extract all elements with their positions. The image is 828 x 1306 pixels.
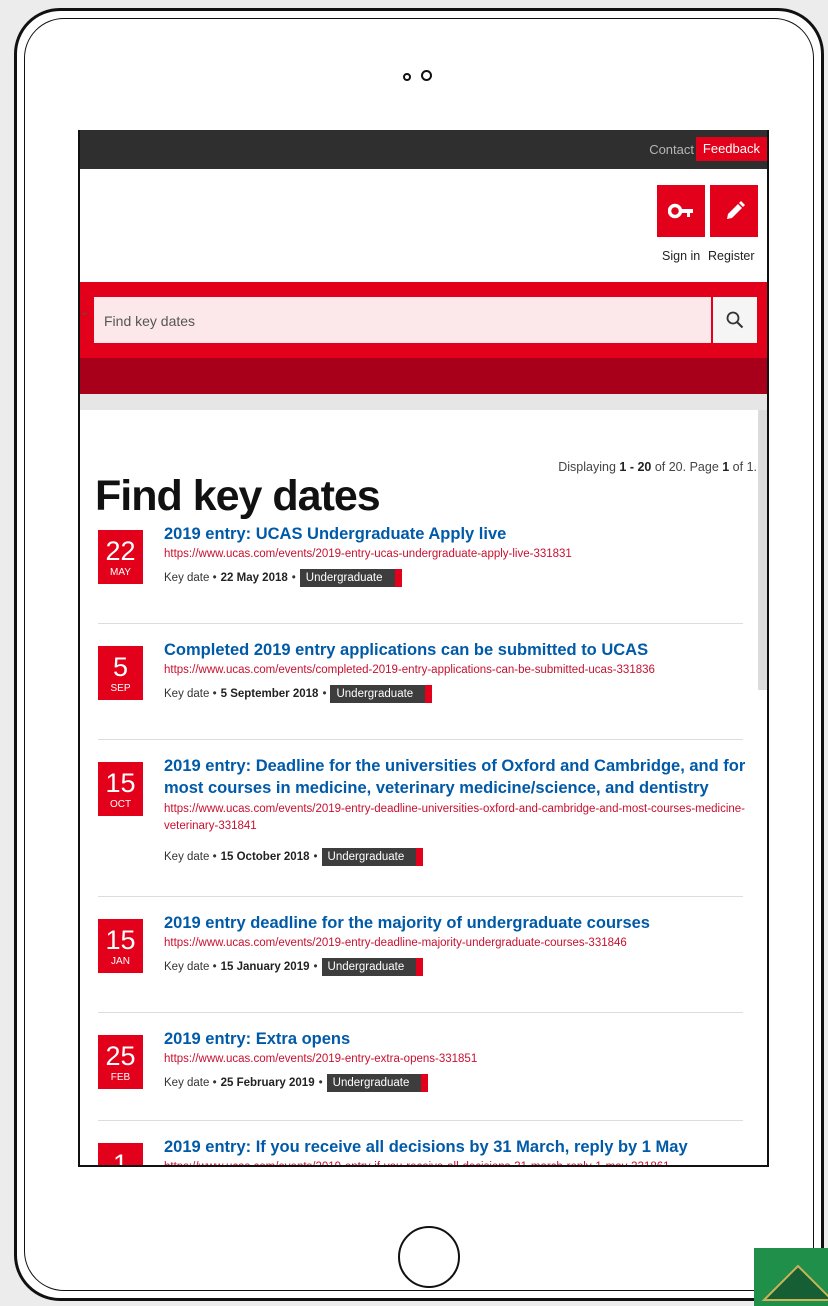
- category-tag[interactable]: Undergraduate: [321, 848, 424, 866]
- event-title-link[interactable]: 2019 entry: If you receive all decisions…: [164, 1136, 749, 1158]
- category-tag[interactable]: Undergraduate: [326, 1074, 429, 1092]
- register-button[interactable]: [710, 185, 758, 237]
- event-url-link[interactable]: https://www.ucas.com/events/2019-entry-d…: [164, 935, 754, 952]
- divider: [98, 1012, 743, 1013]
- event-url-link[interactable]: https://www.ucas.com/events/2019-entry-i…: [164, 1159, 754, 1165]
- event-title-link[interactable]: 2019 entry: UCAS Undergraduate Apply liv…: [164, 523, 749, 545]
- event-item: 5 SEP Completed 2019 entry applications …: [98, 639, 748, 739]
- divider: [98, 896, 743, 897]
- event-url-link[interactable]: https://www.ucas.com/events/completed-20…: [164, 662, 754, 679]
- event-item: 15 JAN 2019 entry deadline for the major…: [98, 912, 748, 1012]
- search-band: ⌄: [80, 282, 767, 358]
- search-icon: [726, 311, 744, 329]
- event-title-link[interactable]: 2019 entry deadline for the majority of …: [164, 912, 749, 934]
- date-badge: 5 SEP: [98, 646, 143, 700]
- corner-logo: [754, 1248, 828, 1306]
- event-meta: Key date • 5 September 2018 • Undergradua…: [164, 685, 433, 703]
- chevron-icon[interactable]: ⌄: [80, 305, 89, 318]
- event-url-link[interactable]: https://www.ucas.com/events/2019-entry-u…: [164, 546, 754, 563]
- key-icon: [668, 203, 693, 219]
- scrollbar[interactable]: [758, 410, 767, 690]
- meta-prefix: Key date •: [164, 851, 217, 863]
- event-title-link[interactable]: Completed 2019 entry applications can be…: [164, 639, 749, 661]
- meta-prefix: Key date •: [164, 572, 217, 584]
- event-date: 25 February 2019: [220, 1077, 315, 1089]
- site-header: Sign in Register: [80, 169, 767, 282]
- sign-in-label[interactable]: Sign in: [662, 249, 700, 263]
- category-tag[interactable]: Undergraduate: [330, 685, 433, 703]
- event-item: 25 FEB 2019 entry: Extra opens https://w…: [98, 1028, 748, 1128]
- camera-sensor-icon: [403, 73, 411, 81]
- triangle-logo-icon: [761, 1264, 828, 1301]
- date-day: 1: [112, 1149, 129, 1167]
- meta-prefix: Key date •: [164, 688, 217, 700]
- tablet-frame: Contact Feedback Sign in Register ⌄ Find…: [14, 8, 824, 1301]
- event-item: 1 2019 entry: If you receive all decisio…: [98, 1136, 749, 1167]
- divider: [98, 1120, 743, 1121]
- event-title-link[interactable]: 2019 entry: Extra opens: [164, 1028, 749, 1050]
- navigation-band: [80, 358, 767, 394]
- results-suffix: of 1.: [729, 460, 757, 474]
- date-badge: 15 OCT: [98, 762, 143, 816]
- event-meta: Key date • 22 May 2018 • Undergraduate: [164, 569, 402, 587]
- date-month: MAY: [110, 567, 131, 578]
- browser-screen: Contact Feedback Sign in Register ⌄ Find…: [78, 130, 769, 1167]
- event-title-link[interactable]: 2019 entry: Deadline for the universitie…: [164, 755, 749, 799]
- date-day: 25: [105, 1041, 136, 1071]
- date-month: JAN: [111, 956, 130, 967]
- contact-link[interactable]: Contact: [649, 142, 694, 157]
- meta-prefix: Key date •: [164, 961, 217, 973]
- results-mid: of 20. Page: [651, 460, 723, 474]
- main-content: Find key dates Displaying 1 - 20 of 20. …: [80, 410, 767, 1167]
- event-date: 5 September 2018: [220, 688, 319, 700]
- search-input[interactable]: [102, 297, 686, 345]
- register-label[interactable]: Register: [708, 249, 755, 263]
- date-badge: 25 FEB: [98, 1035, 143, 1089]
- event-item: 22 MAY 2019 entry: UCAS Undergraduate Ap…: [98, 523, 748, 623]
- event-meta: Key date • 15 January 2019 • Undergraduat…: [164, 958, 424, 976]
- date-day: 15: [105, 768, 136, 798]
- pencil-icon: [727, 201, 745, 219]
- date-day: 5: [112, 652, 129, 682]
- category-tag[interactable]: Undergraduate: [299, 569, 402, 587]
- date-month: OCT: [109, 799, 132, 810]
- utility-bar: Contact Feedback: [80, 130, 767, 169]
- meta-prefix: Key date •: [164, 1077, 217, 1089]
- home-button[interactable]: [398, 1226, 460, 1288]
- event-date: 15 January 2019: [220, 961, 310, 973]
- divider: [98, 739, 743, 740]
- event-date: 22 May 2018: [220, 572, 288, 584]
- event-date: 15 October 2018: [220, 851, 310, 863]
- category-tag[interactable]: Undergraduate: [321, 958, 424, 976]
- date-badge: 15 JAN: [98, 919, 143, 973]
- search-box: [94, 297, 711, 345]
- divider: [98, 623, 743, 624]
- camera-icon: [421, 70, 432, 81]
- event-meta: Key date • 25 February 2019 • Undergradua…: [164, 1074, 429, 1092]
- results-range: 1 - 20: [619, 460, 652, 474]
- date-badge: 1: [98, 1143, 143, 1167]
- event-meta: Key date • 15 October 2018 • Undergraduat…: [164, 848, 424, 866]
- event-url-link[interactable]: https://www.ucas.com/events/2019-entry-e…: [164, 1051, 754, 1068]
- feedback-button[interactable]: Feedback: [695, 137, 767, 161]
- page-title: Find key dates: [95, 471, 381, 520]
- event-url-link[interactable]: https://www.ucas.com/events/2019-entry-d…: [164, 801, 754, 835]
- sign-in-button[interactable]: [657, 185, 705, 237]
- date-month: FEB: [110, 1072, 131, 1083]
- date-day: 15: [105, 925, 136, 955]
- date-badge: 22 MAY: [98, 530, 143, 584]
- results-prefix: Displaying: [558, 460, 620, 474]
- search-button[interactable]: [713, 297, 757, 343]
- date-day: 22: [105, 536, 136, 566]
- results-summary: Displaying 1 - 20 of 20. Page 1 of 1.: [558, 460, 757, 474]
- event-item: 15 OCT 2019 entry: Deadline for the univ…: [98, 755, 748, 895]
- date-month: SEP: [110, 683, 131, 694]
